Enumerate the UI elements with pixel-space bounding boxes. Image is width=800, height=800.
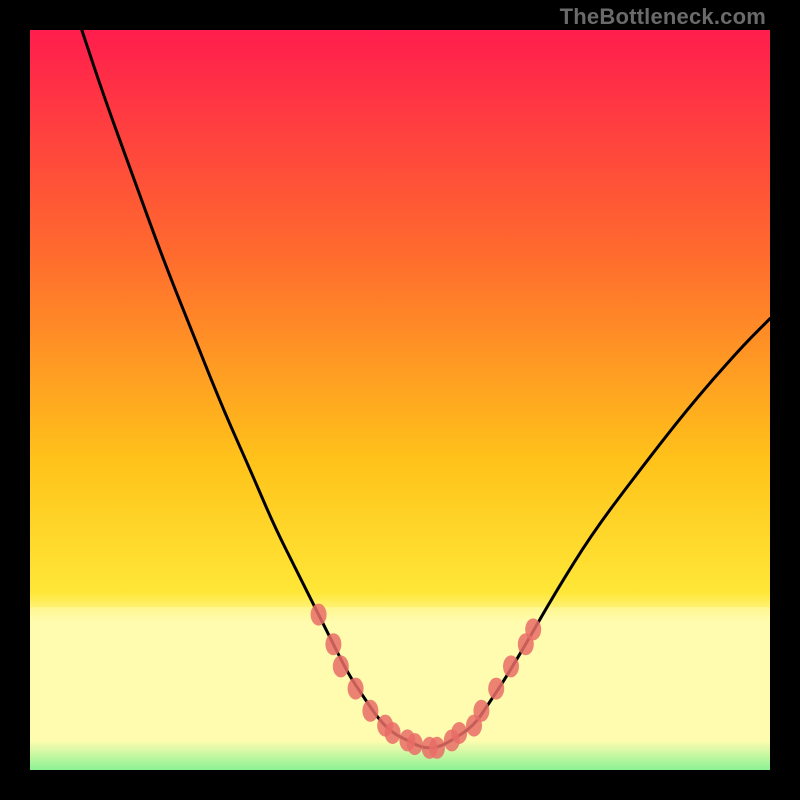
marker-point	[451, 722, 467, 744]
marker-point	[362, 700, 378, 722]
marker-point	[325, 633, 341, 655]
chart-frame	[30, 30, 770, 770]
marker-point	[473, 700, 489, 722]
marker-point	[525, 618, 541, 640]
marker-point	[385, 722, 401, 744]
bottleneck-chart	[30, 30, 770, 770]
marker-point	[407, 733, 423, 755]
marker-point	[311, 604, 327, 626]
marker-point	[348, 678, 364, 700]
watermark-text: TheBottleneck.com	[560, 4, 766, 30]
marker-point	[333, 655, 349, 677]
marker-point	[503, 655, 519, 677]
marker-point	[488, 678, 504, 700]
bottom-band	[30, 607, 770, 770]
marker-point	[429, 737, 445, 759]
